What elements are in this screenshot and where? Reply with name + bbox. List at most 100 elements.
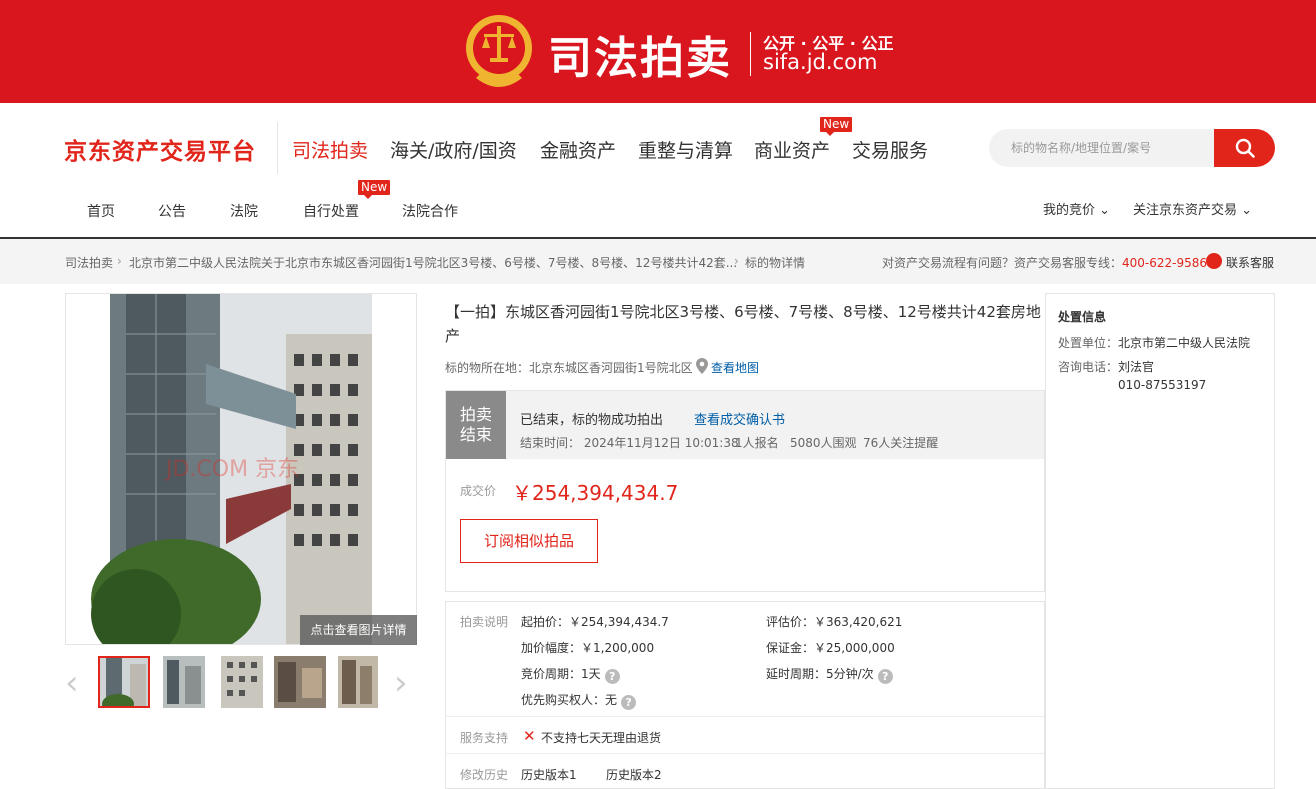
info-divider <box>446 716 1044 717</box>
thumbnail-image <box>163 656 205 708</box>
final-price-value: ￥254,394,434.7 <box>512 481 679 505</box>
delay-period-line: 延时周期：5分钟/次? <box>766 665 893 684</box>
chevron-down-icon: ⌄ <box>1241 203 1253 218</box>
breadcrumb-current: 标的物详情 <box>745 256 806 270</box>
view-confirmation-link[interactable]: 查看成交确认书 <box>694 409 785 428</box>
help-icon[interactable]: ? <box>877 669 893 684</box>
history-label: 修改历史 <box>460 768 509 782</box>
image-watermark: JD.COM 京东 <box>164 457 299 482</box>
help-icon[interactable]: ? <box>604 669 620 684</box>
status-tag-text: 拍卖结束 <box>459 405 492 444</box>
location-label: 标的物所在地： <box>445 361 530 375</box>
subnav-self-disposal[interactable]: 自行处置 <box>303 201 359 221</box>
my-bids-menu[interactable]: 我的竞价 ⌄ <box>1043 199 1110 218</box>
search-icon <box>1235 138 1255 158</box>
nav-judicial-auction[interactable]: 司法拍卖 <box>292 136 368 163</box>
contact-label: 咨询电话： <box>1058 360 1119 374</box>
contact-name: 刘法官 <box>1118 360 1155 374</box>
status-text: 已结束，标的物成功拍出 <box>520 413 664 428</box>
subnav-announcements[interactable]: 公告 <box>158 201 186 221</box>
thumbnail-image <box>100 658 148 706</box>
new-badge: New <box>820 117 853 136</box>
signup-count: 1人报名 <box>735 436 779 450</box>
delay-period: 延时周期：5分钟/次 <box>766 667 874 681</box>
auction-notes-label: 拍卖说明 <box>460 615 509 629</box>
help-text: 对资产交易流程有问题？资产交易客服专线： <box>882 256 1123 270</box>
thumbnail[interactable] <box>221 656 273 708</box>
view-image-details-button[interactable]: 点击查看图片详情 <box>300 615 417 645</box>
start-price: 起拍价：￥254,394,434.7 <box>521 615 669 629</box>
contact-service-link[interactable]: 联系客服 <box>1226 254 1274 271</box>
bid-period-line: 竞价周期：1天? <box>521 665 620 684</box>
building-photo: JD.COM 京东 <box>66 294 416 644</box>
thumbnail[interactable] <box>98 656 150 708</box>
breadcrumb-separator-icon: › <box>734 254 739 268</box>
chevron-down-icon: ⌄ <box>1099 203 1111 218</box>
nav-trade-services[interactable]: 交易服务 <box>852 136 928 163</box>
viewer-count: 5080人围观 <box>790 436 857 450</box>
customer-service-icon[interactable] <box>1206 253 1222 269</box>
watcher-count: 76人关注提醒 <box>863 436 939 450</box>
contact-phone: 010-87553197 <box>1118 378 1207 392</box>
thumbnail-image <box>274 656 326 708</box>
priority-buyer-line: 优先购买权人：无? <box>521 691 637 710</box>
cross-icon: ✕ <box>523 727 536 745</box>
nav-restructuring[interactable]: 重整与清算 <box>638 136 733 163</box>
breadcrumb-separator-icon: › <box>117 254 122 268</box>
court-emblem-icon <box>466 15 532 87</box>
end-time: 结束时间： 2024年11月12日 10:01:38 <box>520 436 739 450</box>
thumbnail[interactable] <box>163 656 215 708</box>
location-value: 北京东城区香河园街1号院北区 <box>529 361 693 375</box>
next-arrow-icon[interactable]: › <box>394 666 408 700</box>
subnav-courts[interactable]: 法院 <box>230 201 258 221</box>
bid-increment: 加价幅度：￥1,200,000 <box>521 641 655 655</box>
thumbnail-image <box>338 656 378 708</box>
subscribe-similar-button[interactable]: 订阅相似拍品 <box>460 519 598 563</box>
item-title: 【一拍】东城区香河园街1号院北区3号楼、6号楼、7号楼、8号楼、12号楼共计42… <box>445 303 1041 345</box>
search-button[interactable] <box>1214 129 1275 167</box>
subnav-court-cooperation[interactable]: 法院合作 <box>402 201 458 221</box>
info-divider <box>446 753 1044 754</box>
appraisal-price: 评估价：￥363,420,621 <box>766 615 903 629</box>
map-pin-icon <box>696 358 708 374</box>
bid-period: 竞价周期：1天 <box>521 667 601 681</box>
platform-logo[interactable]: 京东资产交易平台 <box>64 132 256 166</box>
subnav-home[interactable]: 首页 <box>87 201 115 221</box>
view-map-link[interactable]: 查看地图 <box>711 359 759 376</box>
follow-menu[interactable]: 关注京东资产交易 ⌄ <box>1133 199 1252 218</box>
help-line: 对资产交易流程有问题？资产交易客服专线：400-622-9586 <box>882 254 1207 271</box>
breadcrumb-announcement[interactable]: 北京市第二中级人民法院关于北京市东城区香河园街1号院北区3号楼、6号楼、7号楼、… <box>129 254 737 271</box>
search-box <box>989 129 1215 167</box>
service-support-label: 服务支持 <box>460 731 509 745</box>
priority-buyer: 优先购买权人：无 <box>521 693 618 707</box>
header-divider <box>277 122 278 174</box>
help-icon[interactable]: ? <box>621 695 637 710</box>
thumbnail[interactable] <box>274 656 326 708</box>
banner-divider <box>750 32 751 76</box>
nav-commercial-assets[interactable]: 商业资产 <box>754 136 830 163</box>
disposal-unit[interactable]: 北京市第二中级人民法院 <box>1118 334 1250 351</box>
disposal-unit-label: 处置单位： <box>1058 336 1119 350</box>
search-input[interactable] <box>1011 129 1211 167</box>
banner-domain: sifa.jd.com <box>763 50 878 74</box>
disposal-info-title: 处置信息 <box>1058 310 1107 324</box>
location-line: 标的物所在地：北京东城区香河园街1号院北区 <box>445 359 693 376</box>
final-price-label: 成交价 <box>460 484 497 498</box>
main-image[interactable]: JD.COM 京东 <box>65 293 417 645</box>
help-phone: 400-622-9586 <box>1122 256 1208 270</box>
my-bids-label: 我的竞价 <box>1043 203 1096 218</box>
no-return-notice: 不支持七天无理由退货 <box>541 731 662 745</box>
nav-customs-government[interactable]: 海关/政府/国资 <box>390 136 517 163</box>
deposit: 保证金：￥25,000,000 <box>766 641 895 655</box>
breadcrumb-root[interactable]: 司法拍卖 <box>65 254 113 271</box>
prev-arrow-icon[interactable]: ‹ <box>65 666 79 700</box>
auction-ended-tag: 拍卖结束 <box>446 391 506 459</box>
new-badge: New <box>358 180 391 199</box>
banner-title: 司法拍卖 <box>548 33 732 84</box>
history-version-1[interactable]: 历史版本1 <box>521 766 577 783</box>
nav-financial-assets[interactable]: 金融资产 <box>540 136 616 163</box>
thumbnail-image <box>221 656 263 708</box>
thumbnail[interactable] <box>338 656 390 708</box>
follow-label: 关注京东资产交易 <box>1133 203 1238 218</box>
history-version-2[interactable]: 历史版本2 <box>606 766 662 783</box>
